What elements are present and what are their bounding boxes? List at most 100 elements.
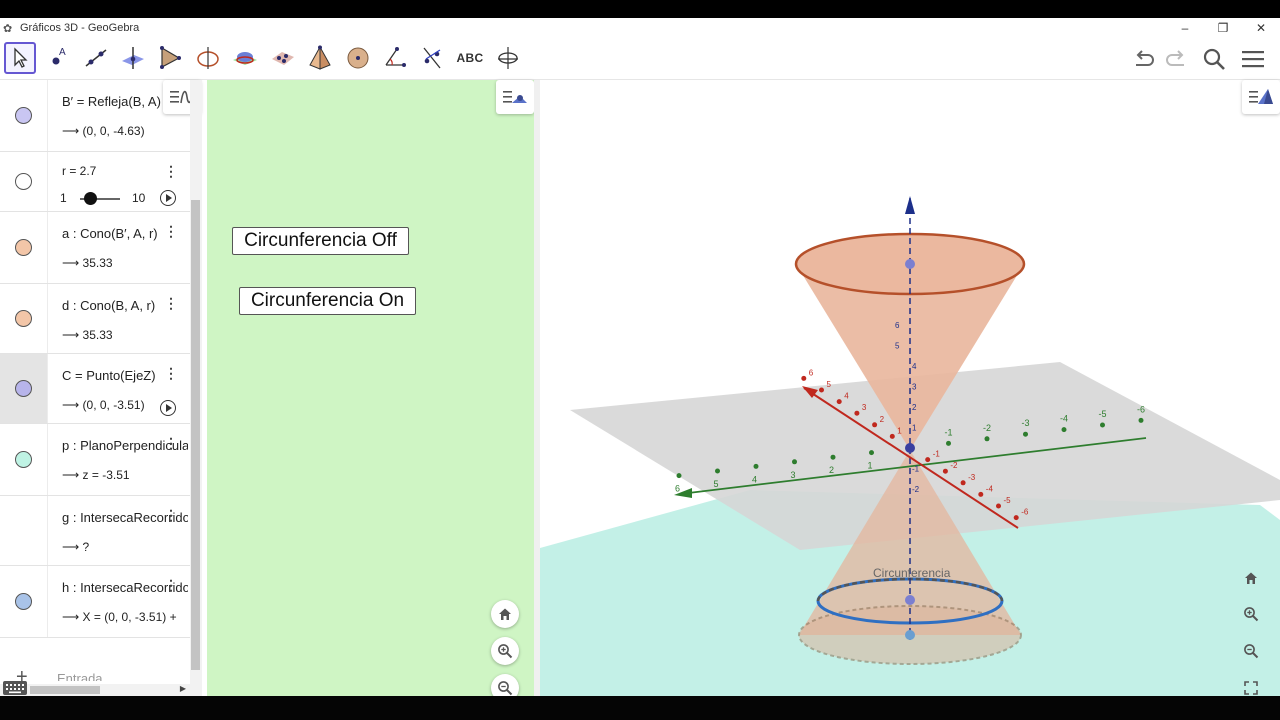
visibility-toggle-icon[interactable] [15,380,32,397]
algebra-row-intersect-h[interactable]: h : IntersecaRecorrido ⋮ ⟶ X = (0, 0, -3… [0,566,190,638]
algebra-row-intersect-g[interactable]: g : IntersecaRecorrido ⋮ ⟶ ? [0,496,190,566]
undo-icon [1136,50,1154,66]
more-options-icon[interactable]: ⋮ [164,164,178,178]
visibility-toggle-icon[interactable] [15,310,32,327]
point-b[interactable] [905,259,915,269]
y-tick-mark [830,454,836,460]
circunferencia-on-button[interactable]: Circunferencia On [239,287,416,315]
point-tool[interactable]: A [42,42,74,74]
cursor-arrow-icon [14,47,28,68]
home-3d-button[interactable] [1239,566,1263,590]
sphere-tool[interactable] [342,42,374,74]
taskbar-strip [0,696,1280,720]
maximize-button[interactable]: ❐ [1204,18,1242,38]
algebra-view: B′ = Refleja(B, A) ⟶ (0, 0, -4.63) r = 2… [0,80,190,681]
circle-axis-tool[interactable] [192,42,224,74]
angle-icon [385,47,406,67]
algebra-value: ⟶ X = (0, 0, -3.51) + [62,610,177,624]
geogebra-window: ✿ Gráficos 3D - GeoGebra – ❐ ✕ A ABC B′ … [0,18,1280,696]
zoom-out-button[interactable] [491,674,519,696]
perpendicular-tool[interactable] [117,42,149,74]
visibility-toggle-icon[interactable] [15,451,32,468]
more-options-icon[interactable]: ⋮ [164,508,178,522]
zoom-in-3d-button[interactable] [1239,602,1263,626]
title-bar: ✿ Gráficos 3D - GeoGebra – ❐ ✕ [0,18,1280,38]
keyboard-icon[interactable] [3,681,27,695]
algebra-definition[interactable]: C = Punto(EjeZ) [62,368,166,383]
algebra-horizontal-scrollbar[interactable]: ▶ [0,684,190,696]
move-tool[interactable] [4,42,36,74]
redo-button[interactable] [1161,44,1191,74]
algebra-row-bprime[interactable]: B′ = Refleja(B, A) ⟶ (0, 0, -4.63) [0,80,190,152]
algebra-row-point-c[interactable]: C = Punto(EjeZ) ⋮ ⟶ (0, 0, -3.51) [0,354,190,424]
pyramid-tool[interactable] [304,42,336,74]
home-icon [499,608,511,620]
more-options-icon[interactable]: ⋮ [164,436,178,450]
x-tick-mark [1013,515,1019,521]
y-tick-mark [676,473,682,479]
algebra-row-plane-p[interactable]: p : PlanoPerpendicular ⋮ ⟶ z = -3.51 [0,424,190,496]
slider-handle[interactable] [84,192,97,205]
minimize-button[interactable]: – [1166,18,1204,38]
visibility-toggle-icon[interactable] [15,107,32,124]
more-options-icon[interactable]: ⋮ [164,578,178,592]
z-tick-label: -2 [912,485,920,494]
undo-button[interactable] [1129,44,1159,74]
visibility-toggle-icon[interactable] [15,173,32,190]
close-button[interactable]: ✕ [1242,18,1280,38]
graphics-style-bar-toggle[interactable] [496,80,534,114]
point-bprime[interactable] [905,630,915,640]
algebra-row-slider-r[interactable]: r = 2.7 ⋮ 1 10 [0,152,190,212]
intersect-surfaces-tool[interactable] [229,42,261,74]
point-c[interactable] [905,595,915,605]
z-tick-label: 3 [912,383,917,392]
y-tick-mark [1061,427,1067,433]
fullscreen-button[interactable] [1239,676,1263,696]
add-icon[interactable]: + [16,666,28,681]
line-tool[interactable] [80,42,112,74]
algebra-definition[interactable]: d : Cono(B, A, r) [62,298,162,313]
input-placeholder[interactable]: Entrada... [57,671,113,681]
graphics-3d-view[interactable]: 6 5 4 3 2 1 -1 -2 -3 -4 -5 -6 6 5 4 3 2 1 -1 -2 -3 -4 -5 -6 6 5 4 3… [540,80,1280,696]
play-animation-icon[interactable] [160,190,176,206]
algebra-row-cone-d[interactable]: d : Cono(B, A, r) ⋮ ⟶ 35.33 [0,284,190,354]
algebra-value: ⟶ (0, 0, -3.51) [62,398,145,412]
plane-tool[interactable] [267,42,299,74]
play-animation-icon[interactable] [160,400,176,416]
zoom-out-3d-button[interactable] [1239,639,1263,663]
rotate-view-icon [498,47,518,69]
graphics-view[interactable]: Circunferencia Off Circunferencia On [207,80,534,696]
x-tick-label: 3 [862,403,867,412]
y-tick-label: -5 [1099,409,1107,419]
menu-button[interactable] [1238,44,1268,74]
visibility-toggle-icon[interactable] [15,593,32,610]
zoom-in-button[interactable] [491,637,519,665]
polygon-tool[interactable] [154,42,186,74]
zoom-in-icon [498,644,513,659]
circunferencia-off-button[interactable]: Circunferencia Off [232,227,409,255]
algebra-definition[interactable]: a : Cono(B′, A, r) [62,226,162,241]
polygon-icon [160,46,181,69]
circle-axis-icon [197,47,219,69]
y-tick-label: -1 [945,427,953,437]
3d-scene[interactable]: 6 5 4 3 2 1 -1 -2 -3 -4 -5 -6 6 5 4 3 2 1 -1 -2 -3 -4 -5 -6 6 5 4 3… [540,80,1280,696]
text-tool[interactable]: ABC [454,42,486,74]
input-bar[interactable]: + Entrada... [0,658,190,681]
more-options-icon[interactable]: ⋮ [164,296,178,310]
pyramid-icon [309,45,331,70]
algebra-row-cone-a[interactable]: a : Cono(B′, A, r) ⋮ ⟶ 35.33 [0,212,190,284]
rotate-view-tool[interactable] [492,42,524,74]
y-tick-mark [1100,422,1105,428]
more-options-icon[interactable]: ⋮ [164,224,178,238]
3d-style-bar-toggle[interactable] [1242,80,1280,114]
search-button[interactable] [1199,44,1229,74]
home-view-button[interactable] [491,600,519,628]
algebra-scrollbar[interactable] [190,80,202,696]
reflect-tool[interactable] [416,42,448,74]
sphere-icon [347,47,369,69]
more-options-icon[interactable]: ⋮ [164,366,178,380]
visibility-toggle-icon[interactable] [15,239,32,256]
angle-tool[interactable] [379,42,411,74]
x-tick-label: -5 [1004,496,1012,505]
point-a[interactable] [905,443,915,453]
